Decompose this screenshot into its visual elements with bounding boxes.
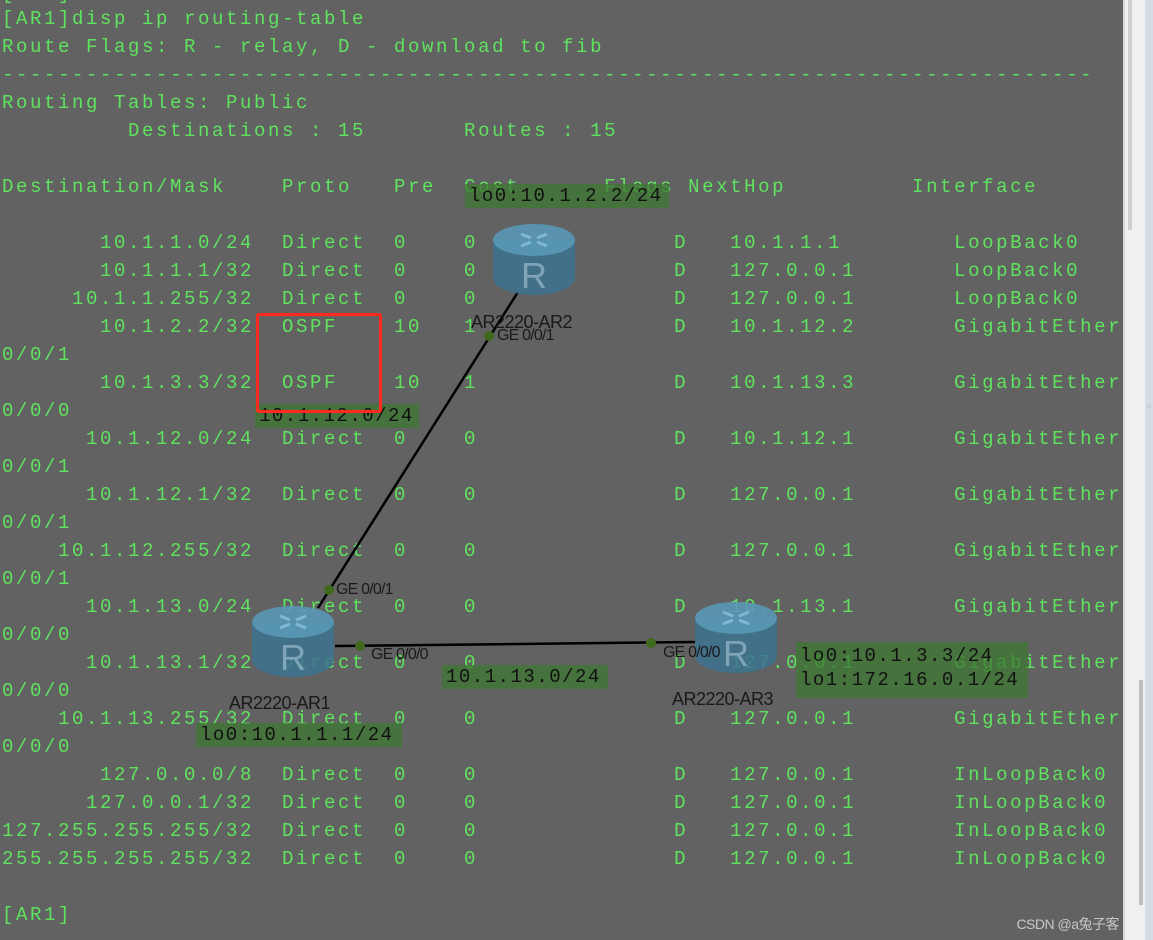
route-row: 10.1.1.0/24 Direct 0 0 D 10.1.1.1 LoopBa… bbox=[2, 232, 1081, 254]
route-row-interface-continuation: 0/0/1 bbox=[2, 344, 73, 366]
route-row: 10.1.3.3/32 OSPF 10 1 D 10.1.13.3 Gigabi… bbox=[2, 372, 1123, 394]
scrollbar-thumb-top[interactable] bbox=[1128, 0, 1132, 230]
route-summary: Destinations : 15 Routes : 15 bbox=[2, 120, 619, 142]
route-row: 255.255.255.255/32 Direct 0 0 D 127.0.0.… bbox=[2, 848, 1109, 870]
scrollbar-thumb-bottom[interactable] bbox=[1139, 680, 1143, 905]
route-row-interface-continuation: 0/0/0 bbox=[2, 400, 73, 422]
route-row-interface-continuation: 0/0/0 bbox=[2, 624, 73, 646]
route-row-interface-continuation: 0/0/0 bbox=[2, 736, 73, 758]
route-row: 127.0.0.0/8 Direct 0 0 D 127.0.0.1 InLoo… bbox=[2, 764, 1109, 786]
routing-table-name: Routing Tables: Public bbox=[2, 92, 311, 114]
route-row: 10.1.2.2/32 OSPF 10 1 D 10.1.12.2 Gigabi… bbox=[2, 316, 1123, 338]
route-row: 10.1.13.255/32 Direct 0 0 D 127.0.0.1 Gi… bbox=[2, 708, 1123, 730]
final-prompt[interactable]: [AR1] bbox=[2, 901, 72, 929]
command-line: [AR1]disp ip routing-table bbox=[2, 8, 367, 30]
separator-line: ----------------------------------------… bbox=[2, 64, 1095, 86]
route-row-interface-continuation: 0/0/1 bbox=[2, 456, 73, 478]
terminal-window[interactable]: [AR1] [AR1]disp ip routing-table Route Fla… bbox=[0, 0, 1123, 940]
right-side-panel: ▶ bbox=[1123, 0, 1153, 940]
route-row: 10.1.1.255/32 Direct 0 0 D 127.0.0.1 Loo… bbox=[2, 288, 1081, 310]
expand-arrow-icon[interactable]: ▶ bbox=[1147, 398, 1153, 418]
route-row: 10.1.13.0/24 Direct 0 0 D 10.1.13.1 Giga… bbox=[2, 596, 1123, 618]
flags-legend: Route Flags: R - relay, D - download to … bbox=[2, 36, 605, 58]
panel-splitter[interactable] bbox=[1145, 0, 1153, 940]
route-row: 127.255.255.255/32 Direct 0 0 D 127.0.0.… bbox=[2, 820, 1109, 842]
route-row: 10.1.13.1/32 Direct 0 0 D 127.0.0.1 Giga… bbox=[2, 652, 1123, 674]
route-row: 10.1.12.255/32 Direct 0 0 D 127.0.0.1 Gi… bbox=[2, 540, 1123, 562]
watermark: CSDN @a兔子客 bbox=[1016, 916, 1119, 932]
table-header: Destination/Mask Proto Pre Cost Flags Ne… bbox=[2, 176, 1039, 198]
route-row: 127.0.0.1/32 Direct 0 0 D 127.0.0.1 InLo… bbox=[2, 792, 1109, 814]
route-row: 10.1.12.1/32 Direct 0 0 D 127.0.0.1 Giga… bbox=[2, 484, 1123, 506]
route-row-interface-continuation: 0/0/1 bbox=[2, 512, 73, 534]
route-row-interface-continuation: 0/0/1 bbox=[2, 568, 73, 590]
route-row: 10.1.1.1/32 Direct 0 0 D 127.0.0.1 LoopB… bbox=[2, 260, 1081, 282]
route-row: 10.1.12.0/24 Direct 0 0 D 10.1.12.1 Giga… bbox=[2, 428, 1123, 450]
route-row-interface-continuation: 0/0/0 bbox=[2, 680, 73, 702]
